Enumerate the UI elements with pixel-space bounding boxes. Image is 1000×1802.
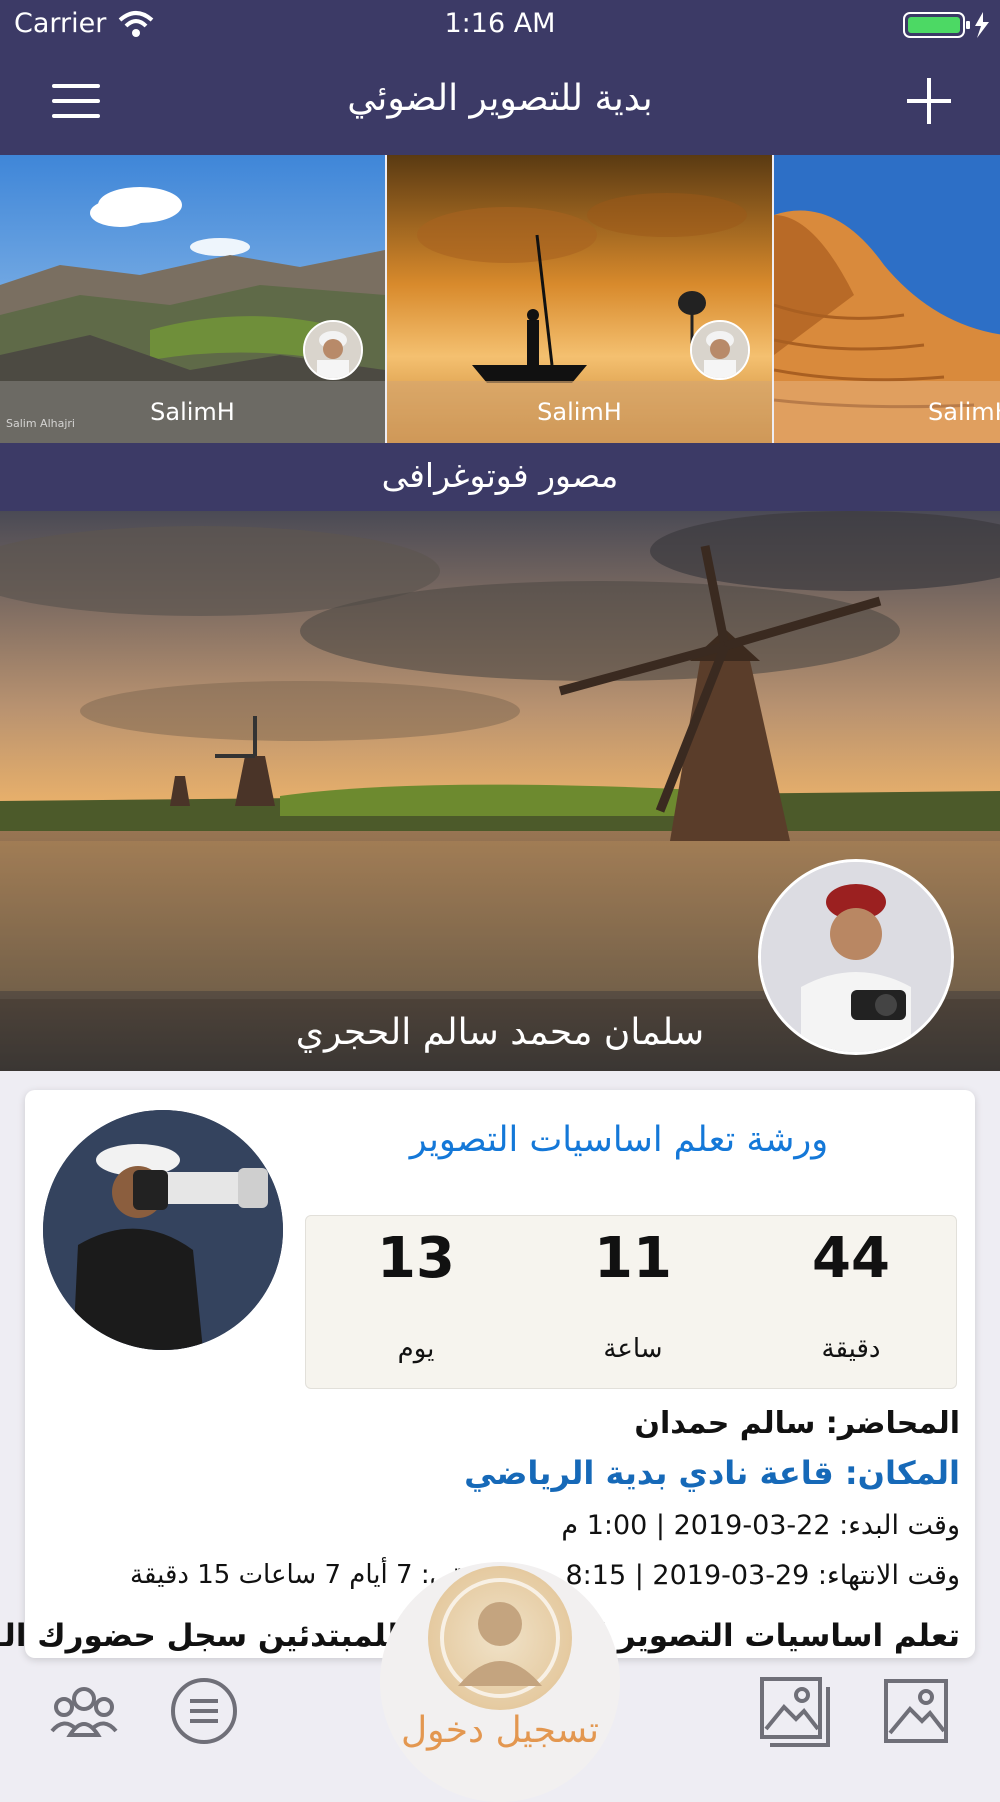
- slide-author: SalimH: [774, 381, 1000, 443]
- login-label[interactable]: تسجيل دخول: [380, 1710, 620, 1751]
- carousel-slide[interactable]: SalimH: [774, 155, 1000, 443]
- countdown-days-label: يوم: [397, 1334, 435, 1364]
- list-icon[interactable]: [168, 1675, 240, 1747]
- battery-icon: [903, 12, 989, 38]
- countdown-hours-label: ساعة: [603, 1334, 663, 1364]
- countdown-panel: 13 يوم 11 ساعة 44 دقيقة: [305, 1215, 957, 1389]
- countdown-minutes-value: 44: [812, 1226, 890, 1291]
- place-line[interactable]: المكان: قاعة نادي بدية الرياضي: [464, 1454, 960, 1492]
- status-time: 1:16 AM: [444, 8, 556, 39]
- page-title: بدية للتصوير الضوئي: [347, 78, 653, 119]
- carousel-slide[interactable]: SalimH Salim Alhajri: [0, 155, 385, 443]
- avatar: [43, 1110, 283, 1350]
- slide-author: SalimH: [387, 381, 772, 443]
- event-title: ورشة تعلم اساسيات التصوير: [409, 1120, 829, 1160]
- photo-carousel[interactable]: SalimH Salim Alhajri SalimH Salim: [0, 155, 1000, 443]
- start-time-line: وقت البدء: 22-03-2019 | 1:00 م: [561, 1510, 960, 1541]
- login-avatar-button[interactable]: [428, 1566, 572, 1710]
- slide-author: SalimH: [0, 381, 385, 443]
- section-header: مصور فوتوغرافى: [0, 443, 1000, 511]
- group-icon[interactable]: [48, 1675, 120, 1747]
- carousel-slide[interactable]: SalimH: [387, 155, 772, 443]
- image-icon[interactable]: [880, 1675, 952, 1747]
- countdown-minutes-label: دقيقة: [821, 1334, 881, 1364]
- end-time-line: وقت الانتهاء: 29-03-2019 | 8:15: [565, 1560, 961, 1591]
- user-icon: [440, 1578, 560, 1698]
- avatar: [303, 320, 363, 380]
- countdown-hours-value: 11: [594, 1226, 672, 1291]
- plus-icon[interactable]: [905, 74, 955, 128]
- watermark: Salim Alhajri: [6, 417, 75, 430]
- avatar: [690, 320, 750, 380]
- avatar[interactable]: [758, 859, 954, 1055]
- gallery-icon[interactable]: [758, 1675, 830, 1747]
- lecturer-line: المحاضر: سالم حمدان: [634, 1406, 960, 1441]
- countdown-days-value: 13: [377, 1226, 455, 1291]
